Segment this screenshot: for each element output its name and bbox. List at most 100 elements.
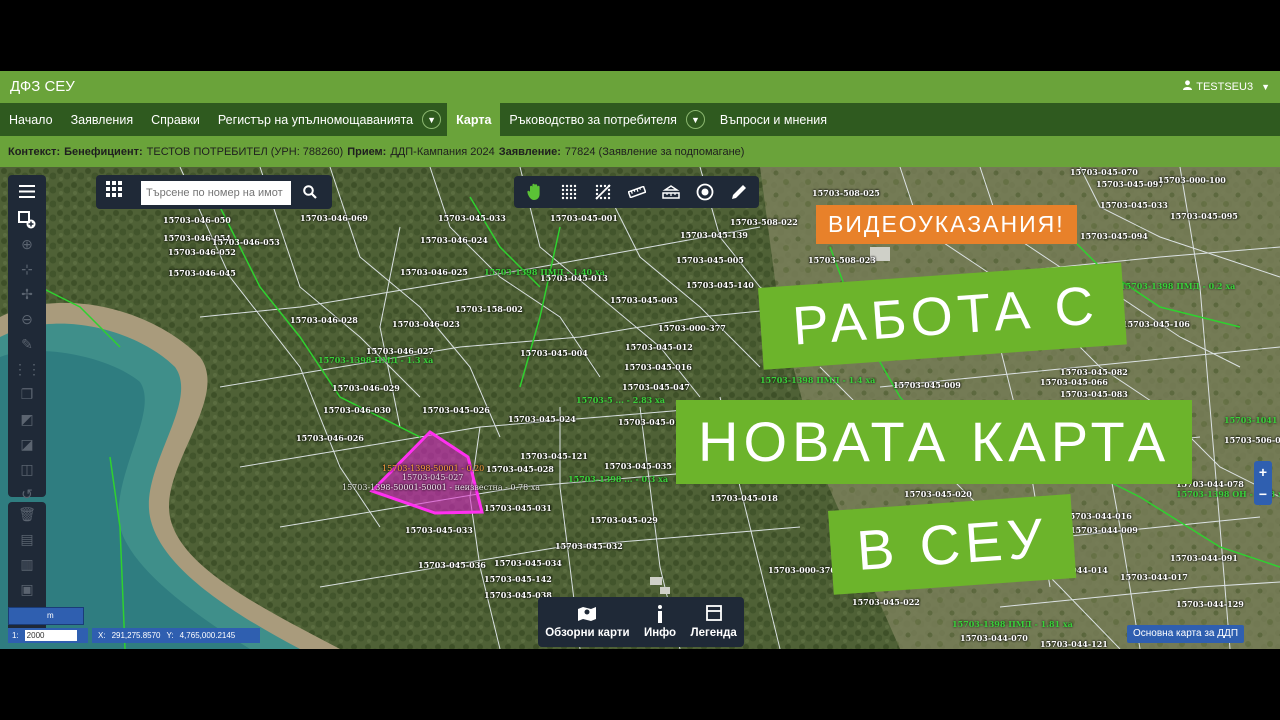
select-grid-icon[interactable] — [556, 179, 582, 205]
parcel-label: 15703-045-022 — [852, 597, 920, 607]
draw-pencil-icon[interactable] — [726, 179, 752, 205]
ruler-icon[interactable] — [624, 179, 650, 205]
overview-maps-button[interactable]: Обзорни карти — [545, 605, 630, 639]
merge-icon[interactable]: ◪ — [8, 432, 46, 457]
parcel-label: 15703-045-097 — [1096, 179, 1164, 189]
parcel-label: 15703-045-005 — [676, 255, 744, 265]
parcel-label: 15703-045-012 — [625, 342, 693, 352]
split-icon[interactable]: ◩ — [8, 407, 46, 432]
nav-faq[interactable]: Въпроси и мнения — [711, 103, 836, 136]
search-panel — [96, 175, 332, 209]
parcel-label: 15703-045-004 — [520, 348, 588, 358]
frame-icon[interactable]: ▣ — [8, 577, 46, 602]
parcel-label: 15703-045-029 — [590, 515, 658, 525]
layers-icon[interactable]: ▤ — [8, 527, 46, 552]
map-tools — [514, 176, 759, 208]
parcel-label: 15703-044-017 — [1120, 572, 1188, 582]
highlight-label: 15703-1398-50001-50001 - неизвестна - 0.… — [342, 483, 541, 492]
parcel-label: 15703-045-009 — [893, 380, 961, 390]
info-button[interactable]: Инфо — [644, 605, 676, 639]
parcel-label: 15703-045-094 — [1080, 231, 1148, 241]
grid-icon[interactable]: ⋮⋮ — [8, 357, 46, 382]
apps-grid-icon[interactable] — [102, 181, 126, 203]
parcel-label: 15703-045-047 — [622, 382, 690, 392]
nav-reports[interactable]: Справки — [142, 103, 209, 136]
parcel-label: 15703-046-029 — [332, 383, 400, 393]
x-label: X: — [98, 631, 106, 640]
zoom-control: + − — [1254, 461, 1272, 505]
y-label: Y: — [166, 631, 174, 640]
legend-label: Легенда — [690, 627, 737, 639]
user-menu[interactable]: TESTSEU3 ▼ — [1183, 80, 1270, 93]
parcel-label: 15703-045-083 — [1060, 389, 1128, 399]
parcel-search-input[interactable] — [141, 181, 291, 205]
legend-button[interactable]: Легенда — [691, 605, 737, 639]
top-bar: ДФЗ СЕУ TESTSEU3 ▼ — [0, 71, 1280, 103]
info-label: Инфо — [643, 627, 677, 639]
chevron-down-icon[interactable]: ▼ — [685, 110, 705, 129]
parcel-label: 15703-046-052 — [168, 247, 236, 257]
trash-icon[interactable]: 🗑 — [8, 502, 46, 527]
nav-applications[interactable]: Заявления — [62, 103, 143, 136]
scale-bar: m — [8, 607, 84, 625]
add-vertex-icon[interactable]: ⊹ — [8, 257, 46, 282]
basemap-selector[interactable]: Основна карта за ДДП — [1127, 625, 1244, 643]
info-icon — [656, 605, 664, 623]
scale-prefix: 1: — [12, 631, 19, 640]
overview-maps-label: Обзорни карти — [545, 627, 630, 639]
parcel-label: 15703-046-026 — [296, 433, 364, 443]
nav-map[interactable]: Карта — [447, 103, 501, 136]
x-value: 291,275.8570 — [111, 631, 161, 640]
green-label: 15703-1398 ... - 0.3 ха — [568, 474, 669, 484]
parcel-label: 15703-045-024 — [508, 414, 576, 424]
chevron-down-icon: ▼ — [1261, 81, 1270, 92]
parcel-label: 15703-046-053 — [212, 237, 280, 247]
parcel-label: 15703-044-016 — [1064, 511, 1132, 521]
application-value: 77824 (Заявление за подпомагане) — [564, 145, 745, 158]
map-view[interactable]: 15703-046-050 15703-046-054 15703-046-05… — [0, 167, 1280, 649]
parcel-label: 15703-045-018 — [710, 493, 778, 503]
parcel-label: 15703-045-016 — [624, 362, 692, 372]
zoom-in-button[interactable]: + — [1254, 461, 1272, 483]
add-layer-icon[interactable] — [8, 207, 46, 232]
parcel-label: 15703-045-031 — [484, 503, 552, 513]
nav-user-guide[interactable]: Ръководство за потребителя — [500, 103, 686, 136]
move-vertex-icon[interactable]: ✢ — [8, 282, 46, 307]
parcel-label: 15703-045-033 — [1100, 200, 1168, 210]
green-label: 15703-1398 ПМД - 0.2 ха — [1120, 281, 1236, 291]
nav-home[interactable]: Начало — [0, 103, 62, 136]
clear-selection-icon[interactable] — [590, 179, 616, 205]
area-measure-icon[interactable] — [658, 179, 684, 205]
context-bar: Контекст: Бенефициент: ТЕСТОВ ПОТРЕБИТЕЛ… — [0, 136, 1280, 167]
scale-input[interactable] — [24, 630, 77, 641]
parcel-label: 15703-045-140 — [686, 280, 754, 290]
left-toolbar: ⊕ ⊹ ✢ ⊖ ✎ ⋮⋮ ❐ ◩ ◪ ◫ ↺ — [8, 175, 46, 502]
green-label: 15703-1398 ПМД - 1.4 ха — [760, 375, 876, 385]
parcel-label: 15703-045-082 — [1060, 367, 1128, 377]
chevron-down-icon[interactable]: ▼ — [422, 110, 442, 129]
copy-icon[interactable]: ❐ — [8, 382, 46, 407]
cut-icon[interactable]: ◫ — [8, 457, 46, 482]
menu-icon[interactable] — [8, 175, 46, 207]
search-icon[interactable] — [296, 179, 324, 205]
parcel-label: 15703-046-050 — [163, 215, 231, 225]
parcel-label: 15703-045-026 — [422, 405, 490, 415]
green-label: 15703-1398 ПМД - 1.40 ха — [484, 267, 605, 277]
nav-authorizations[interactable]: Регистър на упълномощаванията — [209, 103, 422, 136]
pan-hand-icon[interactable] — [522, 179, 548, 205]
zoom-out-button[interactable]: − — [1254, 483, 1272, 505]
parcel-label: 15703-000-100 — [1158, 175, 1226, 185]
edit-icon[interactable]: ✎ — [8, 332, 46, 357]
pages-icon[interactable]: ▥ — [8, 552, 46, 577]
parcel-label: 15703-046-023 — [392, 319, 460, 329]
delete-vertex-icon[interactable]: ⊖ — [8, 307, 46, 332]
add-point-icon[interactable]: ⊕ — [8, 232, 46, 257]
highlight-label: 15703-045-027 — [402, 473, 464, 482]
parcel-label: 15703-045-035 — [604, 461, 672, 471]
parcel-label: 15703-046-069 — [300, 213, 368, 223]
legend-icon — [705, 605, 722, 623]
user-icon — [1183, 80, 1193, 93]
target-icon[interactable] — [692, 179, 718, 205]
parcel-label: 15703-508-022 — [730, 217, 798, 227]
parcel-label: 15703-045-142 — [484, 574, 552, 584]
